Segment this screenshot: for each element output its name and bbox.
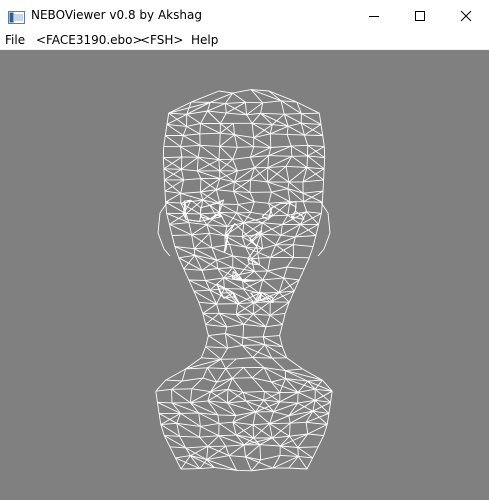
- menu-shader[interactable]: <FSH>: [140, 33, 183, 48]
- app-window: NEBOViewer v0.8 by Akshag File <FACE3190…: [0, 0, 489, 500]
- maximize-button[interactable]: [397, 0, 443, 31]
- face-wireframe-mesh: [155, 89, 333, 472]
- minimize-icon: [369, 15, 379, 17]
- maximize-icon: [415, 10, 425, 21]
- close-button[interactable]: [443, 0, 489, 31]
- render-viewport[interactable]: [0, 51, 489, 500]
- minimize-button[interactable]: [351, 0, 397, 31]
- close-icon: [460, 10, 472, 21]
- menu-file[interactable]: File: [5, 33, 25, 48]
- window-title: NEBOViewer v0.8 by Akshag: [31, 8, 202, 22]
- menu-bar: File <FACE3190.ebo> <FSH> Help: [0, 31, 489, 50]
- menu-help[interactable]: Help: [191, 33, 218, 48]
- menu-model[interactable]: <FACE3190.ebo>: [36, 33, 143, 48]
- title-bar[interactable]: NEBOViewer v0.8 by Akshag: [0, 0, 489, 31]
- app-icon: [8, 9, 25, 24]
